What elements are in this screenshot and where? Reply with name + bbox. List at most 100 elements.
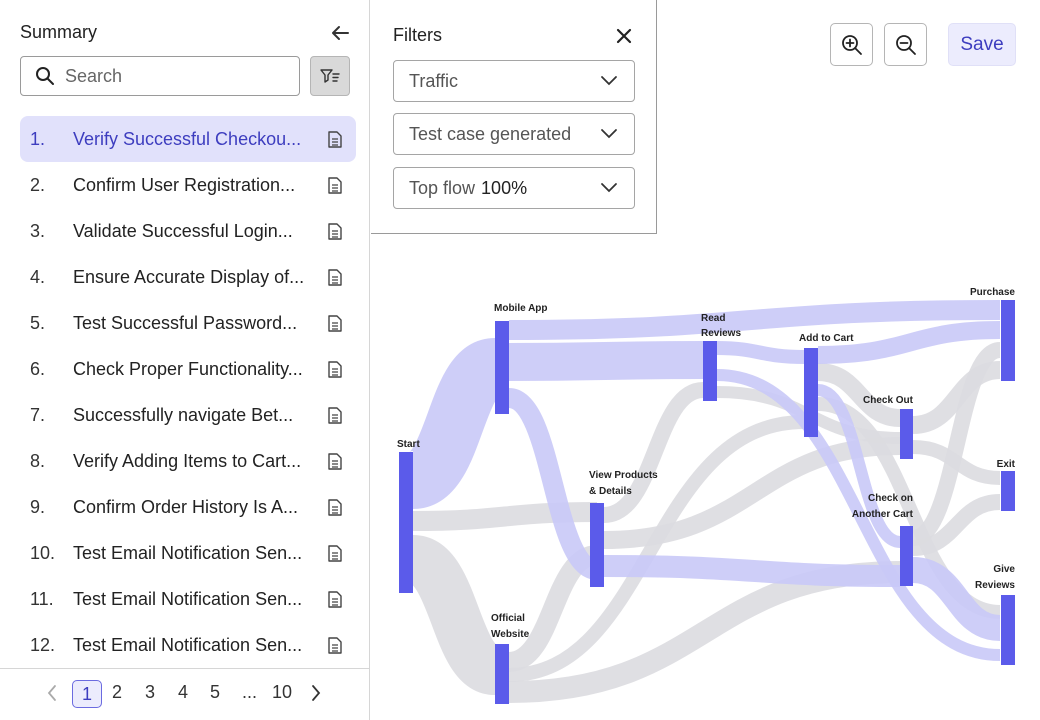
- item-label: Confirm Order History Is A...: [73, 496, 299, 517]
- traffic-dropdown-value: Traffic: [409, 70, 459, 91]
- link-view-products-to-check-another-cart: [603, 555, 901, 587]
- list-item[interactable]: 1. Verify Successful Checkou...: [20, 116, 356, 162]
- filter-toggle-button[interactable]: [310, 56, 350, 96]
- item-label: Test Email Notification Sen...: [73, 588, 303, 609]
- prev-page-button[interactable]: [46, 684, 58, 707]
- chevron-down-icon: [601, 76, 617, 86]
- node-label-check-out: Check Out: [863, 395, 914, 406]
- list-item[interactable]: 5. Test Successful Password...: [20, 300, 356, 346]
- page-ellipsis: ...: [242, 682, 258, 702]
- item-number: 2.: [30, 174, 46, 195]
- document-icon[interactable]: [328, 131, 342, 153]
- next-page-button[interactable]: [310, 684, 322, 707]
- zoom-in-icon: [841, 34, 862, 55]
- link-mobile-app-to-read-reviews: [508, 341, 704, 381]
- chevron-down-icon: [601, 129, 617, 139]
- item-number: 3.: [30, 220, 46, 241]
- close-filters-button[interactable]: [614, 26, 634, 46]
- test-case-dropdown[interactable]: Test case generated: [393, 113, 635, 155]
- filters-title: Filters: [393, 25, 442, 45]
- link-start-to-official-website: [408, 535, 501, 695]
- item-label: Ensure Accurate Display of...: [73, 266, 305, 287]
- chevron-left-icon: [47, 685, 56, 701]
- list-item[interactable]: 7. Successfully navigate Bet...: [20, 392, 356, 438]
- item-number: 6.: [30, 358, 46, 379]
- sidebar-title: Summary: [20, 22, 98, 42]
- list-item[interactable]: 3. Validate Successful Login...: [20, 208, 356, 254]
- flow-sankey-diagram: Start Mobile App Official Website Read R…: [397, 287, 1016, 704]
- search-input[interactable]: [65, 65, 285, 87]
- item-label: Test Successful Password...: [73, 312, 298, 333]
- node-add-to-cart: [804, 348, 818, 437]
- document-icon[interactable]: [328, 591, 342, 613]
- node-mobile-app: [495, 321, 509, 414]
- document-icon[interactable]: [328, 453, 342, 475]
- item-number: 10.: [30, 542, 56, 563]
- chevron-down-icon: [601, 183, 617, 193]
- document-icon[interactable]: [328, 361, 342, 383]
- item-label: Test Email Notification Sen...: [73, 542, 303, 563]
- item-label: Validate Successful Login...: [73, 220, 293, 241]
- document-icon[interactable]: [328, 223, 342, 245]
- node-official-website: [495, 644, 509, 704]
- list-item[interactable]: 12. Test Email Notification Sen...: [20, 622, 356, 668]
- item-label: Confirm User Registration...: [73, 174, 296, 195]
- list-item[interactable]: 6. Check Proper Functionality...: [20, 346, 356, 392]
- item-number: 11.: [30, 588, 54, 609]
- list-item[interactable]: 4. Ensure Accurate Display of...: [20, 254, 356, 300]
- node-label-view-products-line2: & Details: [589, 486, 632, 497]
- document-icon[interactable]: [328, 269, 342, 291]
- top-flow-label: Top flow: [409, 177, 476, 198]
- node-label-start: Start: [397, 439, 420, 450]
- item-number: 8.: [30, 450, 46, 471]
- document-icon[interactable]: [328, 315, 342, 337]
- traffic-dropdown[interactable]: Traffic: [393, 60, 635, 102]
- page-button-10[interactable]: 10: [272, 682, 292, 703]
- document-icon[interactable]: [328, 177, 342, 199]
- node-label-read-reviews-line2: Reviews: [701, 328, 741, 339]
- zoom-out-icon: [895, 34, 916, 55]
- node-label-read-reviews-line1: Read: [701, 313, 725, 324]
- node-label-give-reviews-line2: Reviews: [975, 580, 1015, 591]
- zoom-out-button[interactable]: [884, 23, 927, 66]
- filters-panel: Filters Traffic Test case generated Top …: [371, 0, 657, 234]
- link-read-reviews-to-add-to-cart: [716, 341, 805, 364]
- list-item[interactable]: 8. Verify Adding Items to Cart...: [20, 438, 356, 484]
- page-button-4[interactable]: 4: [178, 682, 188, 703]
- save-button[interactable]: Save: [948, 23, 1016, 66]
- node-label-check-another-cart-line1: Check on: [868, 493, 913, 504]
- search-box[interactable]: [20, 56, 300, 96]
- page-button-1[interactable]: 1: [72, 680, 102, 708]
- item-number: 4.: [30, 266, 46, 287]
- document-icon[interactable]: [328, 499, 342, 521]
- collapse-sidebar-button[interactable]: [328, 22, 352, 44]
- list-item[interactable]: 9. Confirm Order History Is A...: [20, 484, 356, 530]
- item-label: Check Proper Functionality...: [73, 358, 303, 379]
- link-mobile-app-to-view-products: [506, 388, 600, 580]
- summary-sidebar: Summary 1. Verify Successful Checkou... 2…: [0, 0, 370, 720]
- node-label-check-another-cart-line2: Another Cart: [852, 509, 914, 520]
- zoom-in-button[interactable]: [830, 23, 873, 66]
- node-label-give-reviews-line1: Give: [993, 564, 1015, 575]
- item-number: 1.: [30, 128, 46, 149]
- top-flow-dropdown[interactable]: Top flow 100%: [393, 167, 635, 209]
- link-mobile-app-to-purchase: [508, 300, 1001, 340]
- node-purchase: [1001, 300, 1015, 381]
- document-icon[interactable]: [328, 545, 342, 567]
- document-icon[interactable]: [328, 407, 342, 429]
- list-item[interactable]: 10. Test Email Notification Sen...: [20, 530, 356, 576]
- document-icon[interactable]: [328, 637, 342, 659]
- item-number: 5.: [30, 312, 46, 333]
- item-number: 12.: [30, 634, 56, 655]
- node-check-out: [900, 409, 913, 459]
- close-icon: [616, 28, 632, 44]
- node-label-exit: Exit: [997, 459, 1016, 470]
- item-label: Test Email Notification Sen...: [73, 634, 303, 655]
- list-item[interactable]: 11. Test Email Notification Sen...: [20, 576, 356, 622]
- list-item[interactable]: 2. Confirm User Registration...: [20, 162, 356, 208]
- page-button-3[interactable]: 3: [145, 682, 155, 703]
- test-case-list: 1. Verify Successful Checkou... 2. Confirm…: [20, 116, 356, 668]
- page-button-5[interactable]: 5: [210, 682, 220, 703]
- node-label-official-website-line1: Official: [491, 613, 525, 624]
- page-button-2[interactable]: 2: [112, 682, 122, 703]
